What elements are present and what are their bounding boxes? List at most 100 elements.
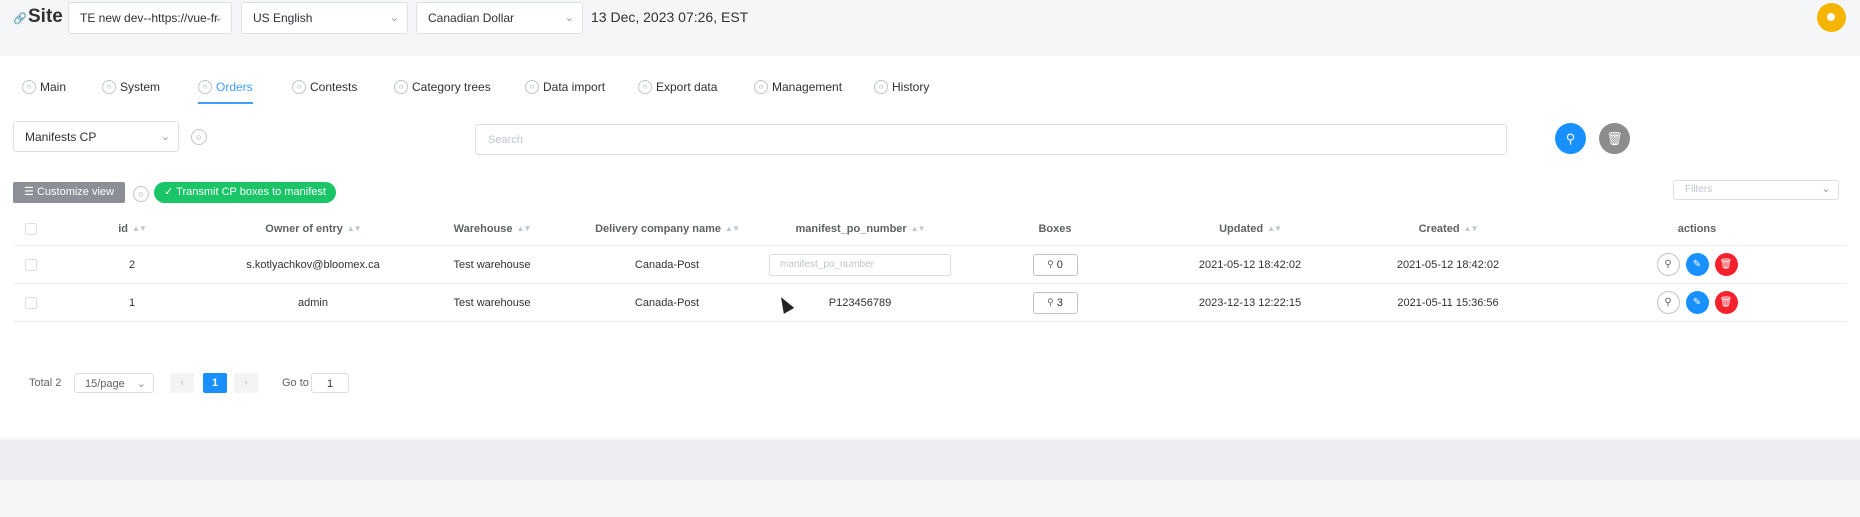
- sort-icon: ▲▼: [346, 224, 362, 233]
- tab-category-trees[interactable]: ○ Category trees: [394, 74, 491, 104]
- tab-label: Contests: [310, 80, 358, 94]
- cell-owner: admin: [298, 296, 328, 309]
- column-header-id[interactable]: id ▲▼: [49, 212, 215, 245]
- row-select-cell: [13, 284, 49, 321]
- boxes-count: 0: [1056, 258, 1063, 271]
- column-label: actions: [1677, 222, 1717, 235]
- view-button[interactable]: ⚲: [1656, 253, 1680, 276]
- lock-icon: ○: [394, 79, 408, 94]
- currency-select-value: Canadian Dollar: [428, 11, 515, 25]
- column-label: id: [118, 222, 128, 235]
- boxes-button[interactable]: ⚲ 0: [1032, 253, 1078, 276]
- tab-data-import[interactable]: ○ Data import: [525, 74, 605, 104]
- lock-icon: ○: [292, 79, 306, 94]
- tab-export-data[interactable]: ○ Export data: [638, 74, 717, 104]
- cell-actions: ⚲ ✎ 🗑: [1547, 246, 1847, 283]
- customize-view-label: Customize view: [36, 186, 114, 198]
- site-select[interactable]: TE new dev--https://vue-fr ⌄: [68, 2, 232, 34]
- manifest-type-value: Manifests CP: [25, 130, 97, 144]
- search-icon: ⚲: [1047, 259, 1054, 269]
- site-title: Site: [28, 6, 63, 27]
- tab-system[interactable]: ○ System: [102, 74, 160, 104]
- manifest-type-select[interactable]: Manifests CP ⌄: [13, 121, 179, 152]
- tab-management[interactable]: ○ Management: [754, 74, 842, 104]
- cell-id: 1: [128, 296, 136, 309]
- lock-icon: ○: [22, 79, 36, 94]
- view-button[interactable]: ⚲: [1656, 291, 1680, 314]
- sort-icon: ▲▼: [725, 224, 740, 233]
- table-row: 1 admin Test warehouse Canada-Post P1234…: [13, 284, 1847, 322]
- column-label: Created: [1418, 222, 1460, 235]
- tab-label: Orders: [216, 80, 253, 94]
- user-avatar[interactable]: [1817, 3, 1846, 32]
- cell-warehouse: Test warehouse: [453, 258, 531, 271]
- tab-main[interactable]: ○ Main: [22, 74, 66, 104]
- sort-icon: ▲▼: [1267, 224, 1282, 233]
- delete-button[interactable]: 🗑: [1714, 253, 1738, 276]
- transmit-boxes-button[interactable]: ✓ Transmit CP boxes to manifest: [154, 182, 336, 203]
- lock-icon: ○: [754, 79, 768, 94]
- lock-icon[interactable]: ○: [133, 186, 149, 202]
- language-select[interactable]: US English ⌄: [241, 2, 408, 34]
- column-header-delivery[interactable]: Delivery company name ▲▼: [573, 212, 761, 245]
- table-header-row: id ▲▼ Owner of entry ▲▼ Warehouse ▲▼ Delive…: [13, 212, 1847, 246]
- tab-orders[interactable]: ○ Orders: [198, 74, 253, 104]
- tab-contests[interactable]: ○ Contests: [292, 74, 357, 104]
- chevron-down-icon: ⌄: [160, 131, 170, 143]
- chevron-down-icon: ⌄: [1821, 184, 1830, 195]
- lock-icon[interactable]: ○: [191, 129, 207, 145]
- tab-history[interactable]: ○ History: [874, 74, 929, 104]
- manifest-po-input[interactable]: [769, 253, 951, 276]
- cell-manifest-po: [761, 246, 959, 283]
- boxes-count: 3: [1056, 296, 1063, 309]
- page-footer: [0, 440, 1860, 480]
- edit-button[interactable]: ✎: [1685, 291, 1709, 314]
- page-number-current[interactable]: 1: [203, 373, 227, 393]
- lock-icon: ○: [874, 79, 888, 94]
- column-header-warehouse[interactable]: Warehouse ▲▼: [411, 212, 573, 245]
- column-header-created[interactable]: Created ▲▼: [1349, 212, 1547, 245]
- search-button[interactable]: ⚲: [1555, 123, 1586, 154]
- edit-button[interactable]: ✎: [1685, 253, 1709, 276]
- page-size-select[interactable]: 15/page ⌄: [74, 373, 154, 393]
- cell-boxes: ⚲ 0: [959, 246, 1151, 283]
- search-icon: ⚲: [1047, 297, 1054, 307]
- sort-icon: ▲▼: [910, 224, 926, 233]
- search-input[interactable]: [475, 124, 1507, 155]
- table-row: 2 s.kotlyachkov@bloomex.ca Test warehous…: [13, 246, 1847, 284]
- tab-label: System: [120, 80, 161, 94]
- tab-label: Category trees: [412, 80, 491, 94]
- pagination-total: Total 2: [29, 377, 62, 389]
- goto-page-input[interactable]: 1: [311, 373, 349, 393]
- cell-created: 2021-05-12 18:42:02: [1396, 258, 1500, 271]
- clear-button[interactable]: 🗑: [1599, 123, 1630, 154]
- site-select-value: TE new dev--https://vue-fr: [80, 11, 219, 25]
- row-select-cell: [13, 246, 49, 283]
- select-all-checkbox[interactable]: [25, 222, 37, 235]
- prev-page-button[interactable]: ‹: [170, 373, 194, 393]
- currency-select[interactable]: Canadian Dollar ⌄: [416, 2, 583, 34]
- cell-delivery: Canada-Post: [634, 296, 700, 309]
- delete-button[interactable]: 🗑: [1714, 291, 1738, 314]
- lock-icon: ○: [102, 79, 116, 94]
- next-page-button[interactable]: ›: [234, 373, 258, 393]
- boxes-button[interactable]: ⚲ 3: [1032, 291, 1078, 314]
- page-size-value: 15/page: [85, 378, 125, 390]
- cell-created: 2021-05-11 15:36:56: [1397, 296, 1499, 309]
- column-header-owner[interactable]: Owner of entry ▲▼: [215, 212, 411, 245]
- cell-updated: 2021-05-12 18:42:02: [1198, 258, 1302, 271]
- tab-bar: ○ Main ○ System ○ Orders ○ Contests ○ Categor…: [0, 74, 1860, 104]
- row-checkbox[interactable]: [25, 296, 37, 309]
- current-datetime: 13 Dec, 2023 07:26, EST: [591, 9, 749, 25]
- cell-owner: s.kotlyachkov@bloomex.ca: [246, 258, 380, 271]
- row-checkbox[interactable]: [25, 258, 37, 271]
- customize-view-button[interactable]: ☰ Customize view: [13, 182, 125, 203]
- column-header-actions: actions: [1547, 212, 1847, 245]
- filters-select[interactable]: Filters ⌄: [1673, 180, 1839, 200]
- chevron-down-icon: ⌄: [213, 12, 223, 24]
- sort-icon: ▲▼: [131, 224, 147, 233]
- tab-label: History: [892, 80, 930, 94]
- column-label: Boxes: [1038, 222, 1072, 235]
- column-header-manifest-po[interactable]: manifest_po_number ▲▼: [761, 212, 959, 245]
- column-header-updated[interactable]: Updated ▲▼: [1151, 212, 1349, 245]
